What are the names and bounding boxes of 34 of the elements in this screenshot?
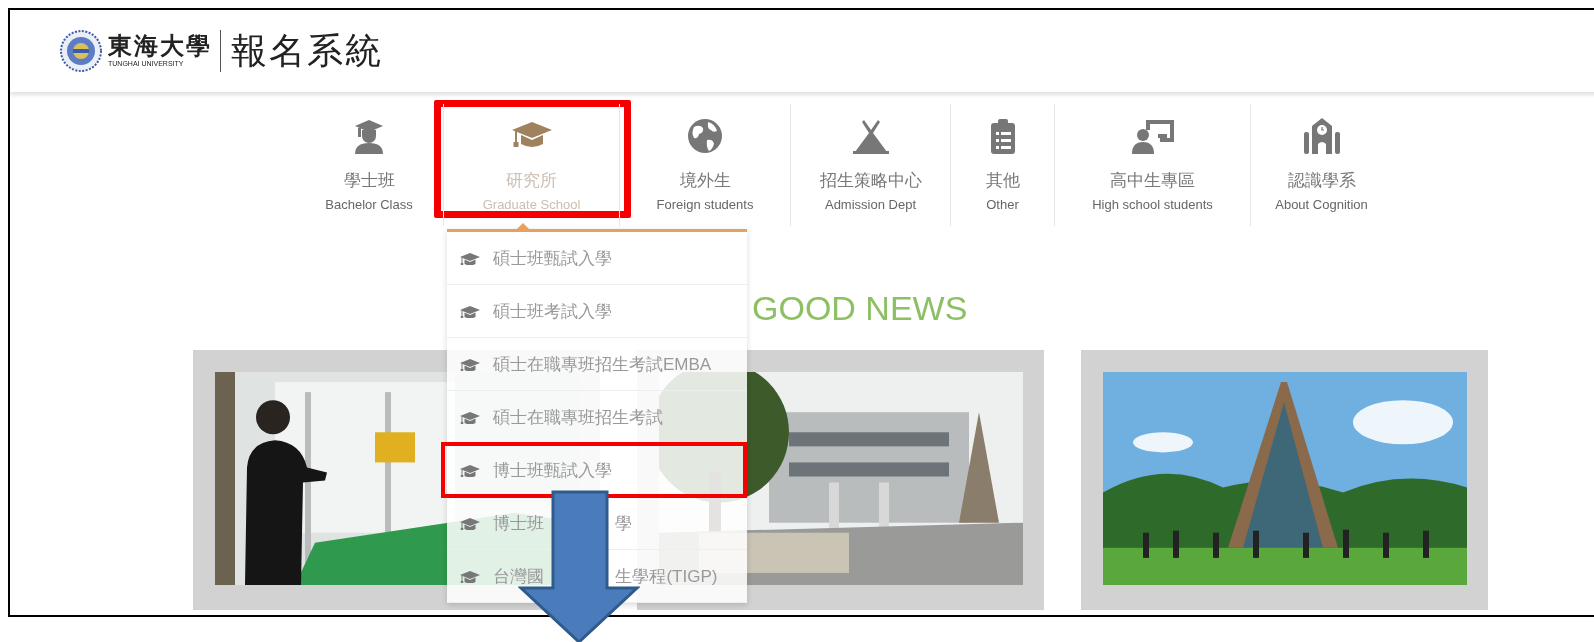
- item-label: 碩士班甄試入學: [493, 247, 612, 270]
- item-label: 碩士在職專班招生考試: [493, 406, 663, 429]
- site-title: 報名系統: [231, 28, 383, 73]
- nav-tab[interactable]: 認識學系 About Cognition: [1250, 104, 1392, 226]
- nav-tab[interactable]: 研究所 Graduate School: [443, 104, 619, 226]
- nav-tab[interactable]: 高中生專區 High school students: [1054, 104, 1250, 226]
- graduation-cap-icon: [459, 304, 481, 318]
- teacher-board-icon: [1131, 118, 1174, 156]
- item-label: 碩士班考試入學: [493, 300, 612, 323]
- dropdown-item[interactable]: 碩士在職專班招生考試: [447, 391, 747, 444]
- graduation-cap-icon: [459, 410, 481, 424]
- item-label: 碩士在職專班招生考試EMBA: [493, 353, 712, 376]
- graduation-cap-icon: [459, 516, 481, 530]
- dropdown-item[interactable]: 碩士班甄試入學: [447, 232, 747, 285]
- nav-tab[interactable]: 境外生 Foreign students: [619, 104, 790, 226]
- graduation-cap-icon: [459, 569, 481, 583]
- university-name: 東海大學: [108, 33, 212, 59]
- nav-tab[interactable]: 學士班 Bachelor Class: [295, 104, 443, 226]
- item-label: 學: [615, 512, 633, 535]
- item-label: 台灣國: [493, 565, 544, 588]
- tent-icon: [852, 118, 889, 156]
- item-label: 博士班甄試入學: [493, 459, 612, 482]
- news-heading: GOOD NEWS: [752, 288, 968, 329]
- dropdown-item[interactable]: 碩士在職專班招生考試EMBA: [447, 338, 747, 391]
- item-label: 博士班: [493, 512, 544, 535]
- graduation-cap-icon: [459, 463, 481, 477]
- item-label: 生學程(TIGP): [615, 565, 718, 588]
- globe-icon: [687, 118, 723, 156]
- nav-tab[interactable]: 其他 Other: [950, 104, 1054, 226]
- university-emblem-icon: [60, 30, 102, 72]
- graduation-cap-icon: [459, 357, 481, 371]
- nav-tab[interactable]: 招生策略中心 Admission Dept: [790, 104, 950, 226]
- graduation-cap-icon: [459, 251, 481, 265]
- dropdown-item[interactable]: 碩士班考試入學: [447, 285, 747, 338]
